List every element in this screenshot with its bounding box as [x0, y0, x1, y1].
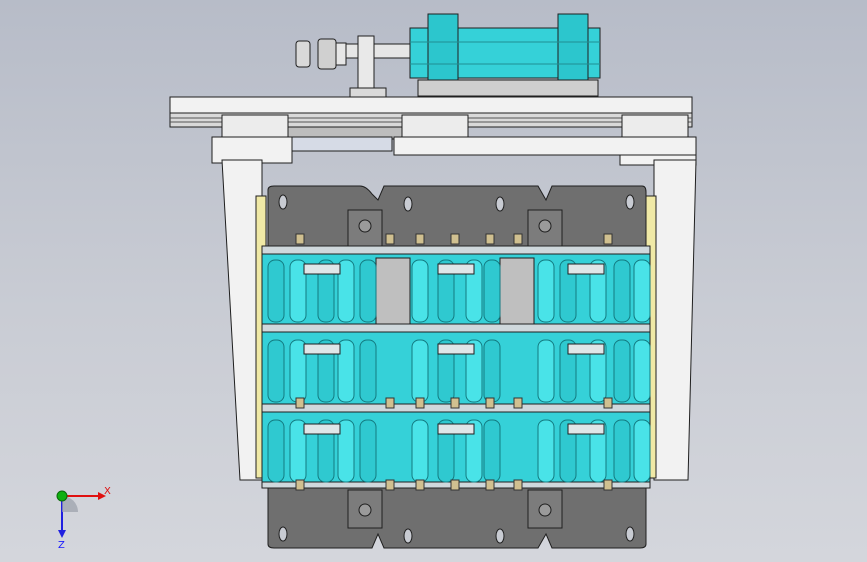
arm-bar-mid: [291, 136, 393, 152]
triad-x-label: X: [104, 486, 111, 497]
roller-tube: [483, 419, 501, 483]
bolt-head: [485, 397, 495, 409]
pneumatic-cylinder[interactable]: [295, 13, 601, 99]
tier-rail-2: [261, 323, 651, 333]
roller-tube: [613, 259, 631, 323]
bolt-head: [450, 397, 460, 409]
top-beam[interactable]: [169, 96, 697, 166]
linear-slider-left: [221, 114, 289, 140]
roller-clip: [437, 263, 475, 275]
roller-tube: [613, 339, 631, 403]
roller-tube: [359, 259, 377, 323]
gripper-finger-left[interactable]: [221, 159, 267, 481]
arm-bar-right: [393, 136, 697, 156]
roller-clip: [567, 343, 605, 355]
roller-tube: [411, 339, 429, 403]
roller-tube: [267, 419, 285, 483]
bolt-head: [295, 479, 305, 491]
roller-tube: [537, 339, 555, 403]
bolt-head: [450, 233, 460, 245]
roller-tube: [483, 339, 501, 403]
beam-top-plate: [169, 96, 693, 114]
bolt-head: [415, 233, 425, 245]
roller-tube: [267, 339, 285, 403]
bolt-head: [603, 397, 613, 409]
gripper-finger-right[interactable]: [645, 159, 697, 481]
roller-tube: [633, 419, 651, 483]
roller-tube: [633, 339, 651, 403]
linear-slider-right: [621, 114, 689, 140]
spacer-plate-right: [499, 257, 535, 325]
rod-nut-3: [335, 42, 347, 66]
spacer-plate-left: [375, 257, 411, 325]
roller-tube: [537, 419, 555, 483]
roller-clip: [567, 263, 605, 275]
roller-tube: [483, 259, 501, 323]
roller-clip: [303, 423, 341, 435]
roller-clip: [303, 343, 341, 355]
bolt-head: [415, 479, 425, 491]
bolt-head: [513, 397, 523, 409]
plate-lower: [267, 485, 647, 549]
y-axis-icon: [56, 490, 68, 502]
arm-bar-left: [211, 136, 293, 164]
piston-rod: [339, 43, 421, 59]
bolt-head: [295, 397, 305, 409]
bolt-head: [603, 233, 613, 245]
bolt-head: [385, 233, 395, 245]
rod-bracket: [357, 35, 375, 97]
triad-z-label: Z: [58, 540, 65, 551]
rod-nut-1: [295, 40, 311, 68]
roller-tube: [537, 259, 555, 323]
linear-slider-center: [401, 114, 469, 140]
roller-tube: [613, 419, 631, 483]
cad-graphics-viewport[interactable]: X Z: [0, 0, 867, 562]
bolt-head: [450, 479, 460, 491]
tier-rail-1: [261, 245, 651, 255]
roller-tube: [267, 259, 285, 323]
orientation-triad: X Z: [56, 486, 111, 551]
roller-tube: [411, 419, 429, 483]
roller-clip: [437, 343, 475, 355]
roller-tube: [633, 259, 651, 323]
bolt-head: [295, 233, 305, 245]
roller-clip: [567, 423, 605, 435]
roller-clip: [437, 423, 475, 435]
bolt-head: [385, 397, 395, 409]
bolt-head: [485, 479, 495, 491]
roller-clip: [303, 263, 341, 275]
bolt-head: [385, 479, 395, 491]
bolt-head: [415, 397, 425, 409]
bolt-head: [485, 233, 495, 245]
roller-tube: [411, 259, 429, 323]
bolt-head: [603, 479, 613, 491]
roller-tube: [359, 419, 377, 483]
roller-tube: [359, 339, 377, 403]
rod-nut-2: [317, 38, 337, 70]
cylinder-mount-foot: [417, 79, 599, 97]
bolt-head: [513, 479, 523, 491]
bolt-head: [513, 233, 523, 245]
